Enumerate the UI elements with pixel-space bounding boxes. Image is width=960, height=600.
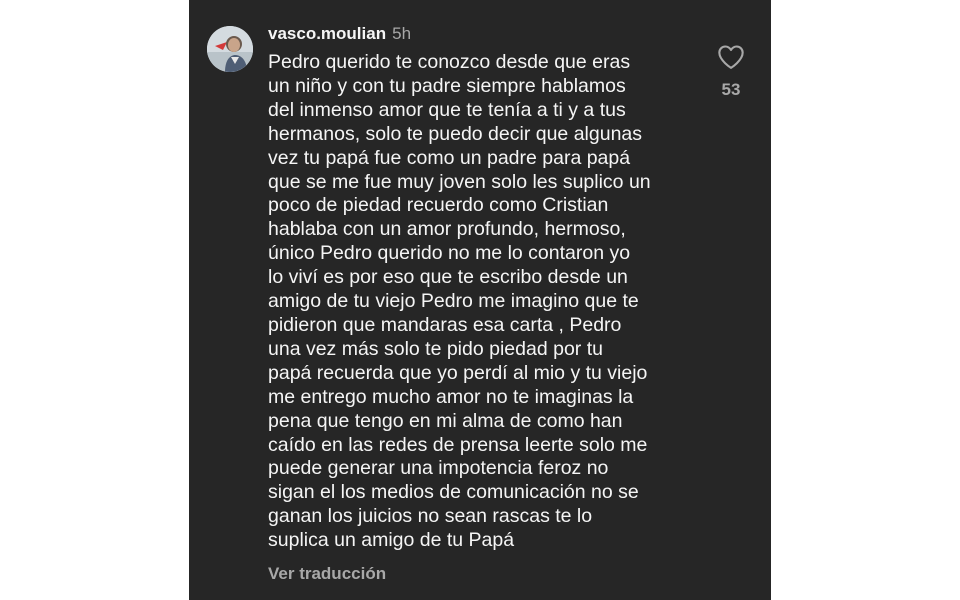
username[interactable]: vasco.moulian xyxy=(268,24,386,43)
comment-text: Pedro querido te conozco desde que eras … xyxy=(268,51,651,552)
comment-header: vasco.moulian 5h xyxy=(268,22,411,46)
like-count: 53 xyxy=(721,80,741,99)
timestamp: 5h xyxy=(392,24,412,43)
see-translation-link[interactable]: Ver traducción xyxy=(268,562,386,586)
avatar-photo xyxy=(207,26,253,72)
comment-panel: vasco.moulian 5h Pedro querido te conozco… xyxy=(189,0,771,600)
heart-outline-icon[interactable] xyxy=(717,44,745,70)
like-section: 53 xyxy=(711,44,751,100)
avatar[interactable] xyxy=(207,26,253,72)
